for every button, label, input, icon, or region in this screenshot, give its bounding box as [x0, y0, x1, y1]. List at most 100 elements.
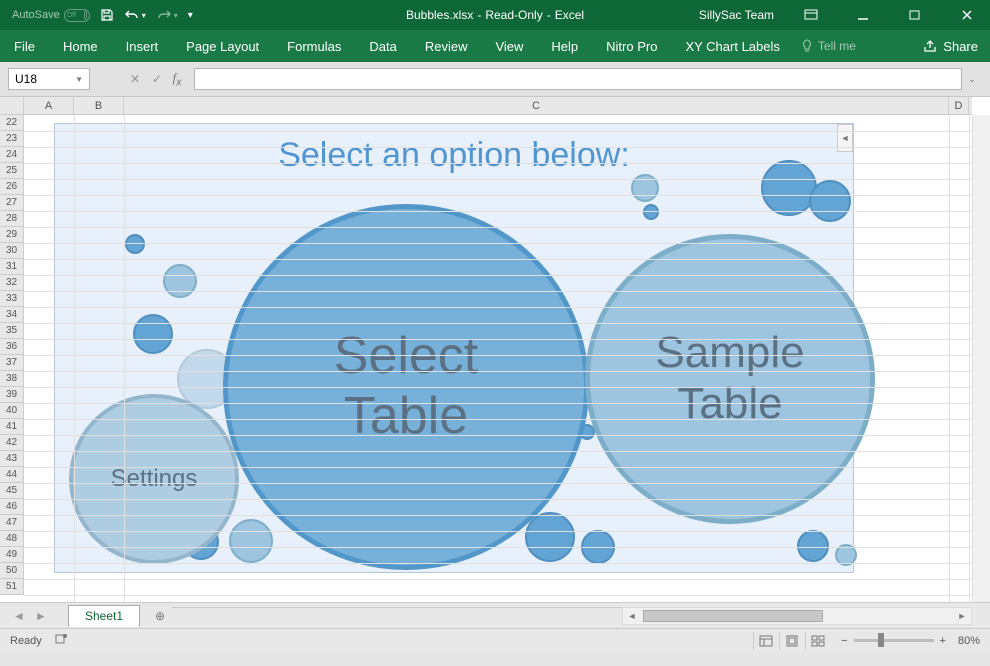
- close-icon[interactable]: [944, 0, 990, 30]
- vertical-scrollbar[interactable]: [972, 115, 990, 602]
- row-header[interactable]: 50: [0, 563, 23, 579]
- row-header[interactable]: 24: [0, 147, 23, 163]
- row-header[interactable]: 47: [0, 515, 23, 531]
- decorative-bubble: [125, 234, 145, 254]
- row-header[interactable]: 35: [0, 323, 23, 339]
- autosave-toggle[interactable]: AutoSave Off: [12, 9, 90, 22]
- chevron-down-icon[interactable]: ▼: [75, 75, 83, 84]
- tell-me-search[interactable]: Tell me: [800, 30, 856, 62]
- tab-nitro-pro[interactable]: Nitro Pro: [592, 30, 671, 62]
- row-header[interactable]: 46: [0, 499, 23, 515]
- row-header[interactable]: 31: [0, 259, 23, 275]
- column-header[interactable]: C: [124, 97, 949, 114]
- tab-page-layout[interactable]: Page Layout: [172, 30, 273, 62]
- tab-formulas[interactable]: Formulas: [273, 30, 355, 62]
- lightbulb-icon: [800, 39, 814, 53]
- row-header[interactable]: 41: [0, 419, 23, 435]
- decorative-bubble: [229, 519, 273, 563]
- macro-record-icon[interactable]: [54, 632, 68, 649]
- tab-help[interactable]: Help: [537, 30, 592, 62]
- tab-file[interactable]: File: [0, 30, 49, 62]
- row-header[interactable]: 45: [0, 483, 23, 499]
- chart-title: Select an option below:: [55, 136, 853, 175]
- window-title: Bubbles.xlsx-Read-Only-Excel: [406, 8, 584, 22]
- share-icon: [923, 39, 937, 53]
- row-header[interactable]: 34: [0, 307, 23, 323]
- zoom-slider[interactable]: [854, 639, 934, 642]
- undo-icon[interactable]: ▾: [124, 8, 146, 22]
- select-all-corner[interactable]: [0, 97, 24, 115]
- tab-view[interactable]: View: [481, 30, 537, 62]
- row-header[interactable]: 25: [0, 163, 23, 179]
- fx-icon[interactable]: fx: [168, 68, 190, 90]
- row-header[interactable]: 36: [0, 339, 23, 355]
- redo-icon[interactable]: ▾: [156, 8, 178, 22]
- tab-home[interactable]: Home: [49, 30, 112, 62]
- decorative-bubble: [133, 314, 173, 354]
- chevron-right-icon[interactable]: ►: [35, 609, 47, 623]
- page-layout-view-icon[interactable]: [779, 632, 803, 650]
- scroll-right-icon[interactable]: ►: [953, 608, 971, 624]
- chevron-left-icon[interactable]: ◄: [13, 609, 25, 623]
- decorative-bubble: [643, 204, 659, 220]
- tab-insert[interactable]: Insert: [112, 30, 173, 62]
- user-name[interactable]: SillySac Team: [699, 8, 774, 22]
- row-header[interactable]: 32: [0, 275, 23, 291]
- zoom-level[interactable]: 80%: [958, 635, 980, 647]
- row-header[interactable]: 48: [0, 531, 23, 547]
- row-header[interactable]: 44: [0, 467, 23, 483]
- column-header[interactable]: A: [24, 97, 74, 114]
- row-header[interactable]: 22: [0, 115, 23, 131]
- row-header[interactable]: 38: [0, 371, 23, 387]
- minimize-icon[interactable]: [840, 0, 886, 30]
- enter-icon[interactable]: ✓: [146, 68, 168, 90]
- decorative-bubble: [525, 512, 575, 562]
- horizontal-scrollbar[interactable]: ◄ ►: [622, 607, 972, 625]
- decorative-bubble: [797, 530, 829, 562]
- scroll-left-icon[interactable]: ◄: [623, 608, 641, 624]
- row-header[interactable]: 23: [0, 131, 23, 147]
- maximize-icon[interactable]: [892, 0, 938, 30]
- status-text: Ready: [10, 635, 42, 647]
- formula-bar[interactable]: [194, 68, 962, 90]
- row-header[interactable]: 49: [0, 547, 23, 563]
- row-header[interactable]: 42: [0, 435, 23, 451]
- tab-xy-chart-labels[interactable]: XY Chart Labels: [671, 30, 793, 62]
- new-sheet-button[interactable]: ⊕: [148, 604, 172, 628]
- autosave-label: AutoSave: [12, 9, 60, 21]
- worksheet-grid[interactable]: ABCD 22232425262728293031323334353637383…: [0, 97, 990, 602]
- row-header[interactable]: 26: [0, 179, 23, 195]
- tab-review[interactable]: Review: [411, 30, 482, 62]
- row-header[interactable]: 40: [0, 403, 23, 419]
- row-header[interactable]: 43: [0, 451, 23, 467]
- row-header[interactable]: 39: [0, 387, 23, 403]
- share-button[interactable]: Share: [911, 30, 990, 62]
- name-box[interactable]: U18▼: [8, 68, 90, 90]
- column-header[interactable]: B: [74, 97, 124, 114]
- page-break-view-icon[interactable]: [805, 632, 829, 650]
- save-icon[interactable]: [100, 8, 114, 22]
- qat-customize-icon[interactable]: ▾: [188, 10, 193, 21]
- row-header[interactable]: 27: [0, 195, 23, 211]
- sample-table-bubble[interactable]: Sample Table: [585, 234, 875, 524]
- cancel-icon[interactable]: ✕: [124, 68, 146, 90]
- row-header[interactable]: 30: [0, 243, 23, 259]
- row-header[interactable]: 33: [0, 291, 23, 307]
- scrollbar-thumb[interactable]: [643, 610, 823, 622]
- ribbon-display-icon[interactable]: [788, 0, 834, 30]
- row-header[interactable]: 28: [0, 211, 23, 227]
- zoom-out-icon[interactable]: −: [841, 635, 847, 647]
- row-header[interactable]: 29: [0, 227, 23, 243]
- tab-data[interactable]: Data: [355, 30, 410, 62]
- expand-formula-icon[interactable]: ⌄: [962, 74, 982, 85]
- sheet-nav[interactable]: ◄►: [0, 609, 60, 623]
- zoom-in-icon[interactable]: +: [940, 635, 946, 647]
- row-header[interactable]: 51: [0, 579, 23, 595]
- decorative-bubble: [761, 160, 817, 216]
- row-header[interactable]: 37: [0, 355, 23, 371]
- embedded-chart[interactable]: ◄ Select an option below: Settings Selec…: [54, 123, 854, 573]
- decorative-bubble: [163, 264, 197, 298]
- normal-view-icon[interactable]: [753, 632, 777, 650]
- column-header[interactable]: D: [949, 97, 969, 114]
- sheet-tab-1[interactable]: Sheet1: [68, 605, 140, 627]
